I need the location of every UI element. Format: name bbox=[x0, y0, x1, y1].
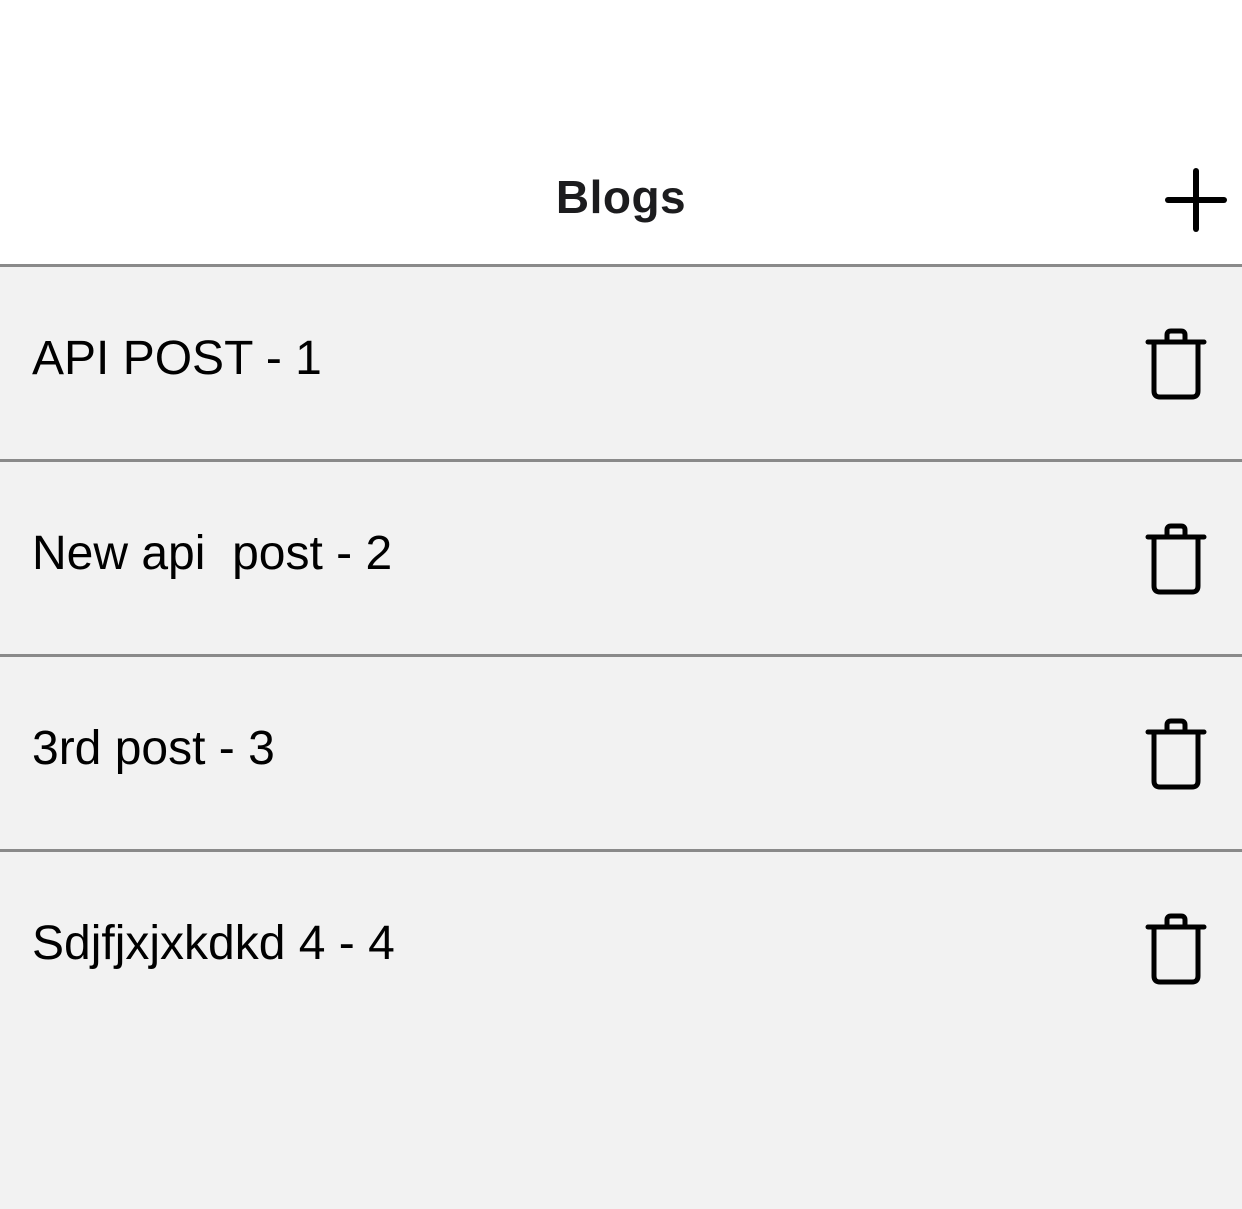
trash-icon bbox=[1145, 913, 1207, 985]
list-item[interactable]: Sdjfjxjxkdkd 4 - 4 bbox=[0, 852, 1242, 1044]
trash-icon bbox=[1145, 328, 1207, 400]
blog-list: API POST - 1 New api post - 2 3rd post -… bbox=[0, 267, 1242, 1044]
list-item[interactable]: 3rd post - 3 bbox=[0, 657, 1242, 852]
blog-title: Sdjfjxjxkdkd 4 - 4 bbox=[32, 917, 395, 970]
list-item[interactable]: API POST - 1 bbox=[0, 267, 1242, 462]
delete-button[interactable] bbox=[1140, 717, 1212, 793]
blog-title: New api post - 2 bbox=[32, 527, 393, 580]
delete-button[interactable] bbox=[1140, 327, 1212, 403]
delete-button[interactable] bbox=[1140, 912, 1212, 988]
add-blog-button[interactable] bbox=[1160, 165, 1230, 235]
list-item[interactable]: New api post - 2 bbox=[0, 462, 1242, 657]
trash-icon bbox=[1145, 523, 1207, 595]
delete-button[interactable] bbox=[1140, 522, 1212, 598]
nav-header: Blogs bbox=[0, 0, 1242, 267]
page-title: Blogs bbox=[555, 171, 687, 223]
blog-title: API POST - 1 bbox=[32, 332, 322, 385]
blog-title: 3rd post - 3 bbox=[32, 722, 275, 775]
trash-icon bbox=[1145, 718, 1207, 790]
plus-icon bbox=[1165, 168, 1227, 232]
